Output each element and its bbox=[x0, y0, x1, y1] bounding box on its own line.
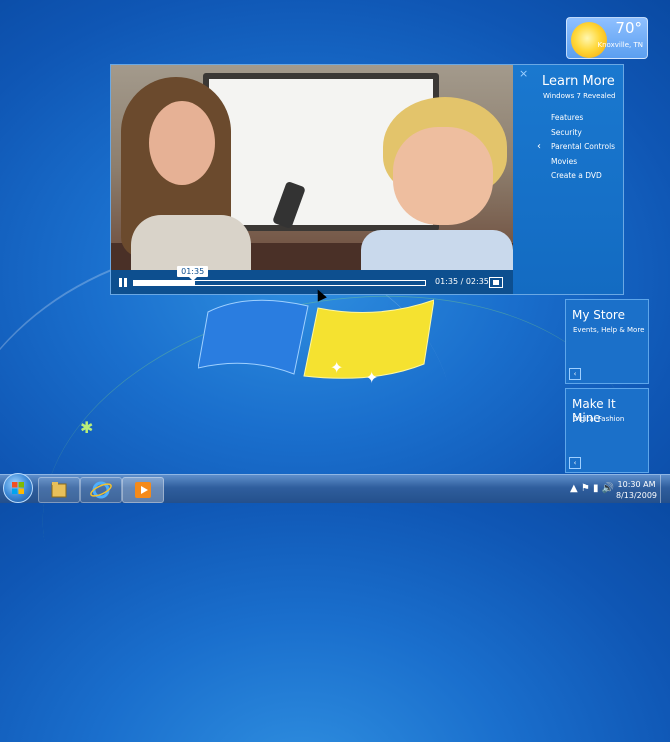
clock-time: 10:30 AM bbox=[617, 480, 656, 489]
tile-title: My Store bbox=[572, 308, 625, 322]
weather-city: Knoxville, TN bbox=[597, 41, 643, 49]
boy-face bbox=[393, 127, 493, 225]
media-player-window[interactable]: 01:35 01:35 / 02:35 bbox=[110, 64, 514, 295]
menu-item-create-dvd[interactable]: Create a DVD bbox=[551, 171, 615, 186]
sparkle-icon: ✦ bbox=[365, 368, 379, 387]
media-player-icon bbox=[135, 482, 151, 498]
video-frame[interactable] bbox=[111, 65, 513, 270]
panel-menu: Features Security Parental Controls Movi… bbox=[551, 113, 615, 186]
sparkle-icon: ✦ bbox=[330, 358, 344, 377]
weather-gadget[interactable]: 70° Knoxville, TN bbox=[566, 17, 648, 59]
girl-shirt bbox=[131, 215, 251, 270]
girl-face bbox=[149, 101, 215, 185]
show-desktop-button[interactable] bbox=[660, 475, 670, 503]
fullscreen-button[interactable] bbox=[489, 277, 503, 288]
menu-item-security[interactable]: Security bbox=[551, 128, 615, 143]
tile-subtitle: Events, Help & More bbox=[573, 326, 645, 334]
pause-button[interactable] bbox=[119, 278, 127, 287]
sun-icon bbox=[571, 22, 607, 58]
boy-shirt bbox=[361, 230, 513, 270]
chevron-left-icon: ‹ bbox=[569, 368, 581, 380]
windows-logo-wallpaper bbox=[198, 299, 434, 379]
taskbar: ▲ ⚑ ▮ 🔊 10:30 AM 8/13/2009 bbox=[0, 473, 670, 503]
windows-flag-icon bbox=[12, 482, 24, 494]
internet-explorer-icon bbox=[90, 481, 112, 499]
chevron-left-icon: ‹ bbox=[537, 141, 541, 152]
menu-item-features[interactable]: Features bbox=[551, 113, 615, 128]
menu-item-movies[interactable]: Movies bbox=[551, 157, 615, 172]
clock[interactable]: 10:30 AM 8/13/2009 bbox=[616, 479, 657, 501]
close-icon[interactable]: × bbox=[519, 67, 528, 80]
seek-progress bbox=[134, 281, 196, 285]
seek-bar[interactable]: 01:35 bbox=[133, 266, 426, 286]
system-tray-icons[interactable]: ▲ ⚑ ▮ 🔊 bbox=[570, 483, 614, 494]
playback-controls: 01:35 01:35 / 02:35 bbox=[111, 266, 513, 294]
sparkle-icon: ✱ bbox=[80, 418, 94, 437]
time-display: 01:35 / 02:35 bbox=[435, 277, 489, 286]
explorer-taskbar-button[interactable] bbox=[38, 477, 80, 503]
panel-title: Learn More bbox=[542, 74, 615, 89]
panel-subtitle: Windows 7 Revealed bbox=[543, 92, 616, 100]
start-button[interactable] bbox=[3, 473, 33, 503]
weather-temperature: 70° bbox=[615, 19, 642, 37]
tile-make-it-mine[interactable]: Make It Mine Digital Fashion ‹ bbox=[565, 388, 649, 473]
clock-date: 8/13/2009 bbox=[616, 491, 658, 500]
internet-explorer-taskbar-button[interactable] bbox=[80, 477, 122, 503]
media-player-taskbar-button[interactable] bbox=[122, 477, 164, 503]
tile-subtitle: Digital Fashion bbox=[573, 415, 625, 423]
seek-tooltip: 01:35 bbox=[177, 266, 209, 281]
tile-my-store[interactable]: My Store Events, Help & More ‹ bbox=[565, 299, 649, 384]
folder-icon bbox=[51, 482, 67, 498]
learn-more-panel: × Learn More Windows 7 Revealed ‹ Featur… bbox=[513, 64, 624, 295]
menu-item-parental-controls[interactable]: Parental Controls bbox=[551, 142, 615, 157]
chevron-left-icon: ‹ bbox=[569, 457, 581, 469]
